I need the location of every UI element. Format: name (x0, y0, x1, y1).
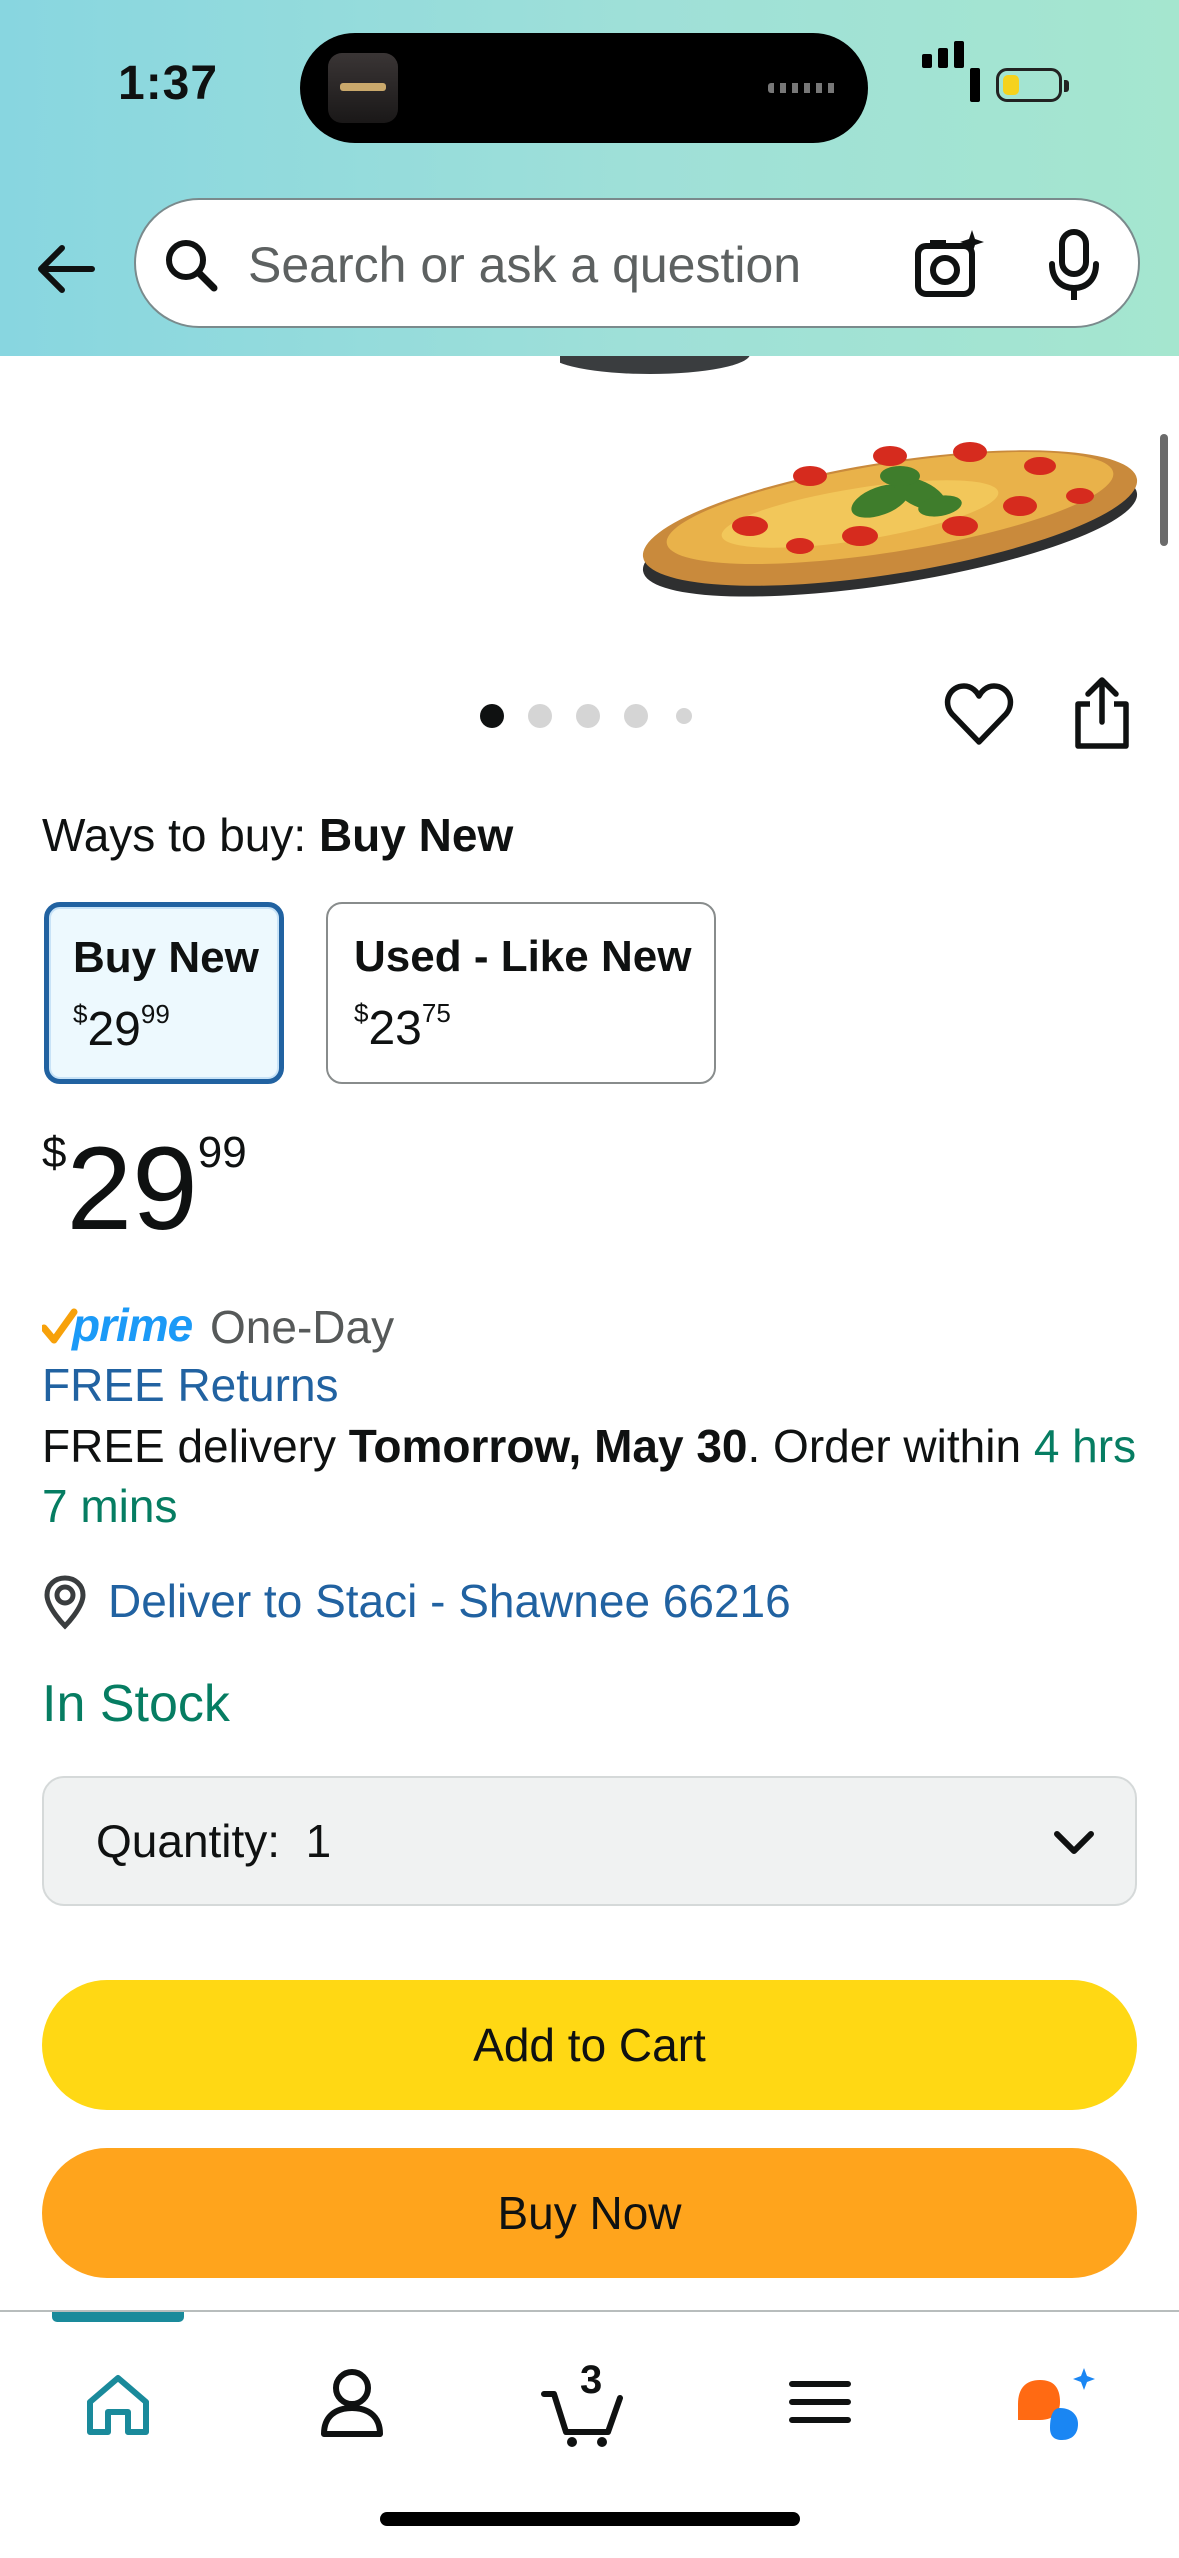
search-input[interactable] (248, 226, 928, 304)
ways-to-buy-heading: Ways to buy: Buy New (42, 808, 513, 862)
quantity-value: 1 (305, 1815, 332, 1867)
buy-option-price: $2999 (73, 999, 170, 1056)
search-icon (166, 240, 218, 292)
share-icon[interactable] (1070, 676, 1134, 750)
buy-option-used[interactable]: Used - Like New $2375 (326, 902, 716, 1084)
account-icon[interactable] (302, 2352, 402, 2452)
location-pin-icon (44, 1575, 86, 1630)
nav-active-indicator (52, 2312, 184, 2322)
buy-option-label: Buy New (73, 933, 259, 982)
home-indicator[interactable] (380, 2512, 800, 2526)
quantity-label: Quantity: 1 (96, 1815, 332, 1867)
stock-status: In Stock (42, 1675, 230, 1733)
rufus-assistant-icon[interactable] (1004, 2352, 1104, 2452)
free-returns-link[interactable]: FREE Returns (42, 1358, 339, 1412)
buy-option-price: $2375 (354, 998, 451, 1055)
buy-now-button[interactable]: Buy Now (42, 2148, 1137, 2278)
deliver-to-text[interactable]: Deliver to Staci - Shawnee 66216 (108, 1574, 791, 1628)
page-scrollbar[interactable] (1160, 434, 1168, 546)
home-icon[interactable] (68, 2352, 168, 2452)
chevron-down-icon (1054, 1831, 1094, 1854)
cart-count-badge: 3 (580, 2358, 603, 2402)
back-arrow-icon[interactable] (32, 234, 102, 304)
wishlist-heart-icon[interactable] (944, 680, 1014, 750)
delivery-date: Tomorrow, May 30 (348, 1420, 748, 1472)
buy-option-new[interactable]: Buy New $2999 (44, 902, 284, 1084)
add-to-cart-button[interactable]: Add to Cart (42, 1980, 1137, 2110)
now-playing-thumbnail (328, 53, 398, 123)
ways-to-buy-selected: Buy New (318, 809, 514, 861)
menu-icon[interactable] (770, 2352, 870, 2452)
prime-logo: prime (72, 1299, 193, 1351)
audio-waveform-icon (768, 83, 838, 93)
product-image[interactable] (560, 356, 1160, 606)
product-price: $2999 (42, 1123, 247, 1255)
cart-nav-item[interactable]: 3 (536, 2352, 636, 2452)
pagination-dot[interactable] (528, 704, 552, 728)
quantity-selector[interactable]: Quantity: 1 (42, 1776, 1137, 1906)
pagination-dot-active[interactable] (480, 704, 504, 728)
ways-to-buy-prefix: Ways to buy: (42, 809, 307, 861)
search-bar[interactable] (134, 198, 1140, 328)
camera-search-icon[interactable] (912, 228, 986, 302)
battery-icon (996, 68, 1069, 102)
pagination-dot[interactable] (676, 708, 692, 724)
buy-option-label: Used - Like New (354, 932, 692, 981)
microphone-icon[interactable] (1044, 228, 1104, 302)
status-time: 1:37 (118, 57, 219, 110)
prime-service: One-Day (210, 1301, 395, 1353)
app-header: 1:37 (0, 0, 1179, 356)
pagination-dot[interactable] (624, 704, 648, 728)
delivery-message: FREE delivery Tomorrow, May 30. Order wi… (42, 1420, 1137, 1532)
pagination-dot[interactable] (576, 704, 600, 728)
dynamic-island[interactable] (300, 33, 868, 143)
